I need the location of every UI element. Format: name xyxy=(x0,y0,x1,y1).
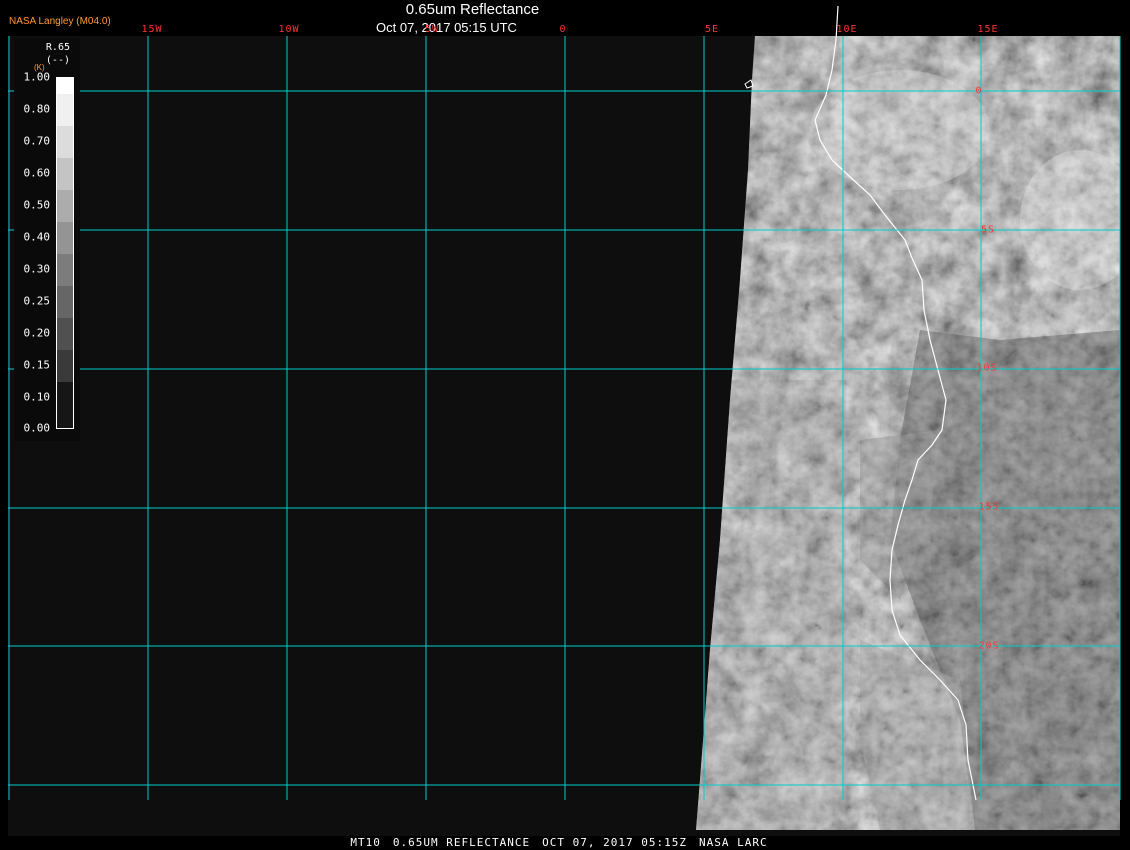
colorbar-tick: 0.10 xyxy=(23,390,51,404)
colorbar-scale xyxy=(56,77,74,429)
footer-date: OCT 07, 2017 05:15Z xyxy=(542,836,687,849)
footer-caption: MT10 0.65UM REFLECTANCE OCT 07, 2017 05:15… xyxy=(0,836,1130,850)
colorbar-variable: R.65 xyxy=(45,42,70,53)
lon-label-10E: 10E xyxy=(836,24,858,35)
colorbar-tick: 0.50 xyxy=(23,198,51,212)
colorbar-swatch xyxy=(57,78,73,94)
lon-label-5W: 5W xyxy=(424,24,440,35)
footer-product: 0.65UM REFLECTANCE xyxy=(392,836,531,849)
colorbar-tick: 0.40 xyxy=(23,230,51,244)
lon-label-5E: 5E xyxy=(704,24,720,35)
colorbar-tick: 0.30 xyxy=(23,262,51,276)
reflectance-map xyxy=(8,5,1121,836)
lat-label-15S: 15S xyxy=(978,501,1000,513)
footer-source: NASA LARC xyxy=(698,836,768,849)
lat-label-20S: 20S xyxy=(978,640,1000,652)
footer-satellite: MT10 xyxy=(350,836,381,849)
colorbar-swatch xyxy=(57,254,73,286)
colorbar-tick: 0.15 xyxy=(23,358,51,372)
colorbar-swatch xyxy=(57,286,73,318)
colorbar-tick: 1.00 xyxy=(23,70,51,84)
lon-label-0: 0 xyxy=(559,24,567,35)
colorbar-tick: 0.80 xyxy=(23,102,51,116)
image-datetime: Oct 07, 2017 05:15 UTC xyxy=(376,20,517,35)
page-title: 0.65um Reflectance xyxy=(405,1,540,18)
colorbar: R.65 (--) (K) 1.00 0.80 0.70 0.60 0.50 0… xyxy=(14,38,80,441)
colorbar-swatch xyxy=(57,318,73,350)
lon-label-15E: 15E xyxy=(977,24,999,35)
colorbar-tick: 0.25 xyxy=(23,294,51,308)
lon-label-15W: 15W xyxy=(141,24,163,35)
colorbar-swatch xyxy=(57,222,73,254)
colorbar-swatch xyxy=(57,126,73,158)
colorbar-swatch xyxy=(57,94,73,126)
colorbar-tick: 0.70 xyxy=(23,134,51,148)
colorbar-tick: 0.20 xyxy=(23,326,51,340)
colorbar-swatch xyxy=(57,382,73,428)
colorbar-tick: 0.00 xyxy=(23,421,51,435)
lat-label-5S: 5S xyxy=(980,224,996,236)
lon-label-10W: 10W xyxy=(278,24,300,35)
colorbar-swatch xyxy=(57,190,73,222)
earth-disk xyxy=(696,36,1120,830)
lat-label-0: 0 xyxy=(975,85,983,97)
satellite-image-frame: NASA Langley (M04.0) 0.65um Reflectance … xyxy=(0,0,1130,850)
colorbar-swatch xyxy=(57,158,73,190)
colorbar-swatch xyxy=(57,350,73,382)
lat-label-10S: 10S xyxy=(976,362,998,374)
colorbar-tick: 0.60 xyxy=(23,166,51,180)
